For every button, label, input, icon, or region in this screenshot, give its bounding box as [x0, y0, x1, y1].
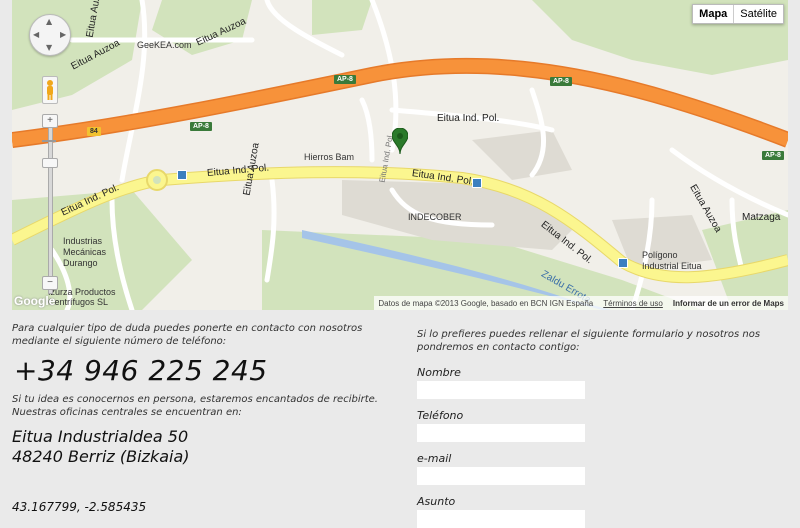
- form-field-telefono: Teléfono: [417, 409, 787, 442]
- contact-info: Para cualquier tipo de duda puedes poner…: [12, 322, 392, 514]
- motorway-shield-ap8: AP-8: [550, 77, 572, 86]
- report-error-link[interactable]: Informar de un error de Maps: [673, 299, 784, 308]
- arrow-down-icon[interactable]: ▼: [46, 43, 52, 52]
- bus-stop-icon[interactable]: [618, 258, 628, 268]
- contact-section: Para cualquier tipo de duda puedes poner…: [0, 310, 800, 528]
- attribution-text: Datos de mapa ©2013 Google, basado en BC…: [378, 298, 594, 308]
- map-type-control: Mapa Satélite: [692, 4, 784, 24]
- map-attribution: Datos de mapa ©2013 Google, basado en BC…: [374, 296, 788, 310]
- map[interactable]: GeeKEA.com Eitua Auzoa Eitua Auzoa Eitua…: [12, 0, 788, 310]
- google-logo[interactable]: Google: [14, 294, 55, 308]
- visit-text: Si tu idea es conocernos en persona, est…: [12, 394, 378, 418]
- poi-izurza[interactable]: Izurza Productos Centrífugos SL: [48, 287, 116, 307]
- form-field-asunto: Asunto: [417, 495, 787, 528]
- poi-geekea[interactable]: GeeKEA.com: [137, 40, 192, 50]
- road-label-eitua-ind-pol: Eitua Ind. Pol.: [437, 113, 500, 124]
- asunto-label: Asunto: [417, 495, 456, 508]
- motorway-shield-ap8: AP-8: [334, 75, 356, 84]
- arrow-up-icon[interactable]: ▲: [46, 17, 52, 26]
- nombre-input[interactable]: [417, 381, 585, 399]
- poi-poligono-eitua[interactable]: Polígono Industrial Eitua: [642, 250, 702, 272]
- address-line-1: Eitua Industrialdea 50: [12, 427, 189, 446]
- bus-stop-icon[interactable]: [472, 178, 482, 188]
- coordinates: 43.167799, -2.585435: [12, 500, 147, 514]
- form-field-nombre: Nombre: [417, 366, 787, 399]
- zoom-level-tick: [42, 140, 56, 142]
- pan-control[interactable]: ▲ ▼ ◀ ▶: [29, 14, 71, 56]
- form-field-email: e-mail: [417, 452, 787, 485]
- motorway-shield-ap8: AP-8: [190, 122, 212, 131]
- zoom-out-button[interactable]: −: [42, 276, 58, 290]
- email-label: e-mail: [417, 452, 452, 465]
- telefono-label: Teléfono: [417, 409, 464, 422]
- motorway-shield-ap8: AP-8: [762, 151, 784, 160]
- poi-hierros-bam[interactable]: Hierros Bam: [304, 152, 354, 162]
- arrow-right-icon[interactable]: ▶: [60, 30, 66, 39]
- form-intro: Si lo prefieres puedes rellenar el sigui…: [417, 329, 761, 353]
- poi-indecober[interactable]: INDECOBER: [408, 212, 462, 222]
- zoom-slider-handle[interactable]: [42, 158, 58, 168]
- email-input[interactable]: [417, 467, 585, 485]
- contact-intro: Para cualquier tipo de duda puedes poner…: [12, 323, 363, 347]
- zoom-in-button[interactable]: +: [42, 114, 58, 128]
- zoom-slider-track[interactable]: [48, 120, 53, 294]
- arrow-left-icon[interactable]: ◀: [33, 30, 39, 39]
- street-view-pegman-icon[interactable]: [42, 76, 58, 104]
- bus-stop-icon[interactable]: [177, 170, 187, 180]
- phone-number[interactable]: +34 946 225 245: [14, 354, 392, 387]
- map-type-satelite[interactable]: Satélite: [734, 5, 783, 23]
- telefono-input[interactable]: [417, 424, 585, 442]
- poi-industrias-mecanicas[interactable]: Industrias Mecánicas Durango: [63, 236, 106, 269]
- terms-link[interactable]: Términos de uso: [603, 299, 663, 308]
- map-type-mapa[interactable]: Mapa: [693, 5, 735, 23]
- road-shield-84: 84: [87, 127, 101, 136]
- nombre-label: Nombre: [417, 366, 461, 379]
- contact-form: Si lo prefieres puedes rellenar el sigui…: [417, 328, 787, 528]
- address: Eitua Industrialdea 50 48240 Berriz (Biz…: [12, 427, 392, 467]
- address-line-2: 48240 Berriz (Bizkaia): [12, 447, 190, 466]
- road-label-matzaga: Matzaga: [742, 212, 781, 223]
- asunto-input[interactable]: [417, 510, 585, 528]
- location-pin-icon[interactable]: [392, 128, 408, 154]
